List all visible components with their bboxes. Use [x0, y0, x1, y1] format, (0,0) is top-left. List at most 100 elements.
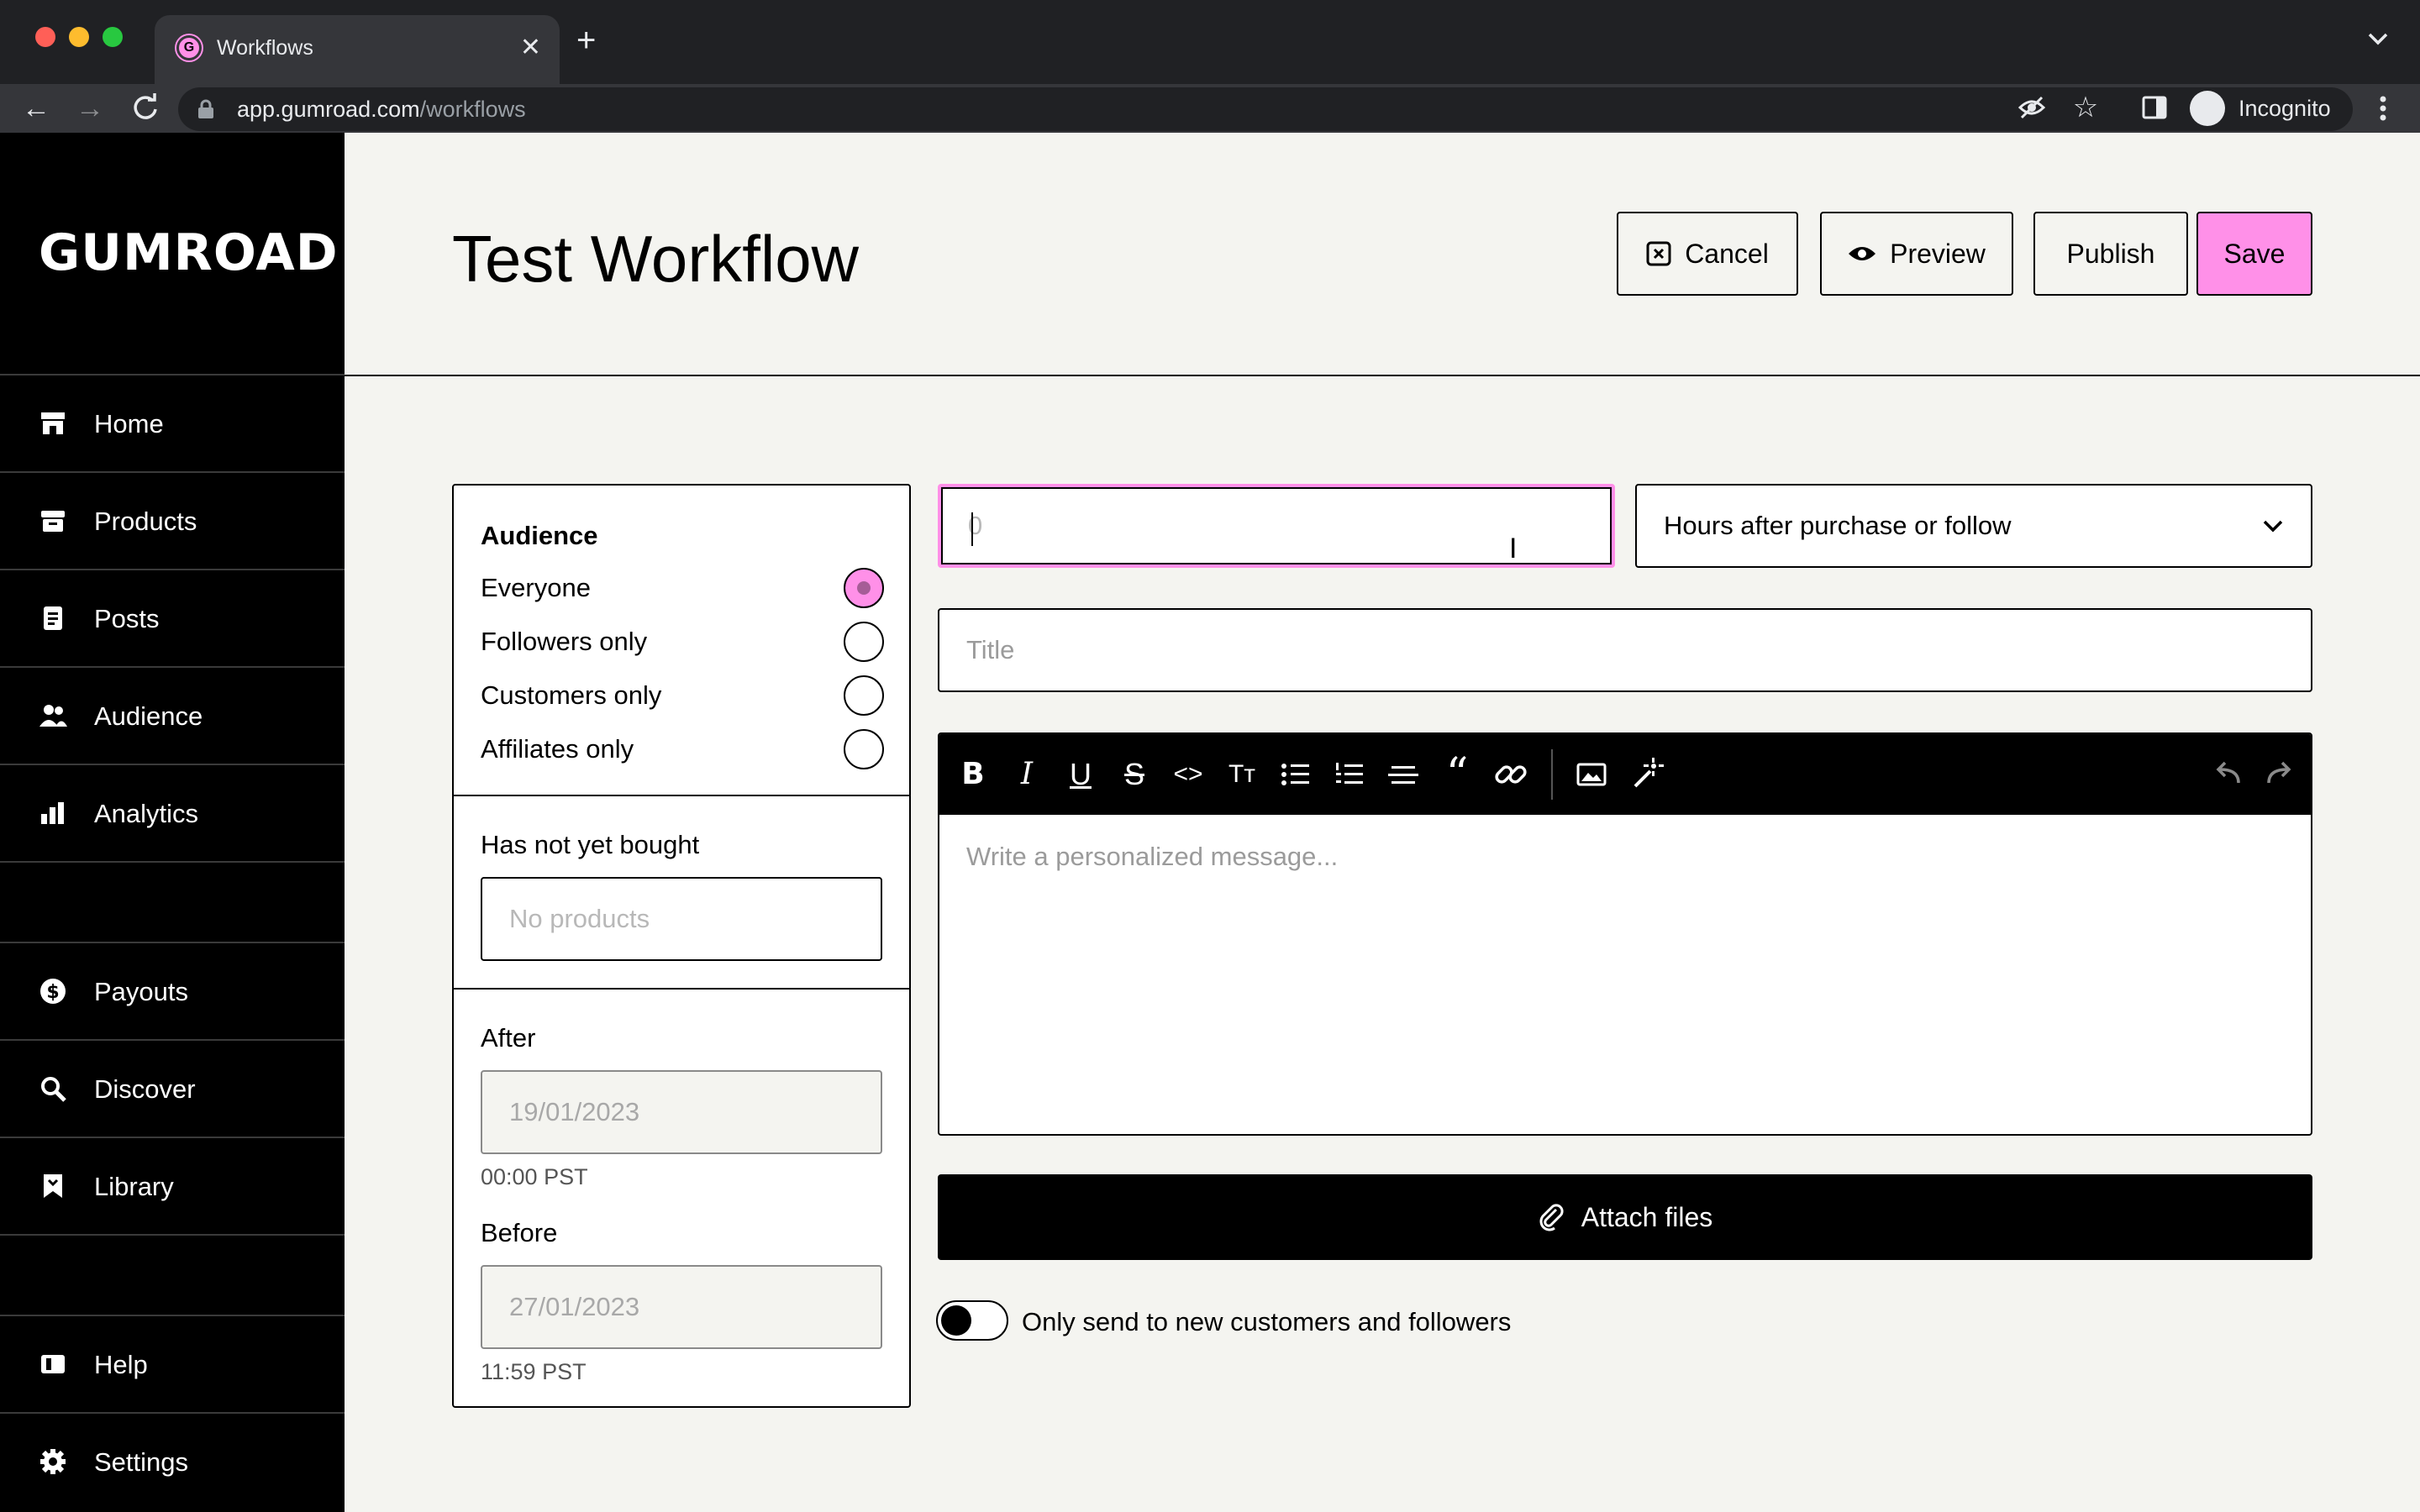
publish-button[interactable]: Publish	[2033, 212, 2188, 296]
sidebar-item-help[interactable]: Help	[0, 1315, 345, 1412]
svg-text:$: $	[46, 982, 59, 1003]
side-panel-icon[interactable]	[2139, 92, 2170, 123]
save-label: Save	[2223, 238, 2286, 269]
date-range-section: After 19/01/2023 00:00 PST Before 27/01/…	[454, 990, 909, 1406]
sidebar-item-label: Audience	[94, 701, 203, 731]
new-only-toggle[interactable]	[936, 1300, 1008, 1341]
bookmark-icon	[44, 1174, 62, 1198]
store-icon	[41, 412, 65, 434]
audience-option-customers[interactable]: Customers only	[481, 670, 884, 721]
sidebar-item-discover[interactable]: Discover	[0, 1039, 345, 1137]
products-select[interactable]: No products	[481, 877, 882, 961]
sidebar-item-label: Library	[94, 1172, 174, 1201]
tab-title: Workflows	[217, 36, 313, 60]
forward-arrow-icon[interactable]: →	[72, 91, 108, 126]
attach-files-button[interactable]: Attach files	[938, 1174, 2312, 1260]
image-icon[interactable]	[1571, 754, 1612, 795]
title-input[interactable]: Title	[938, 608, 2312, 692]
sidebar-item-label: Payouts	[94, 977, 189, 1006]
radio-button[interactable]	[844, 729, 884, 769]
message-editor[interactable]: B I U S <> Tт “ Write a personalized mes…	[938, 732, 2312, 1136]
incognito-icon[interactable]	[2190, 91, 2225, 126]
radio-label: Followers only	[481, 627, 648, 656]
lock-icon[interactable]	[197, 99, 215, 119]
close-square-icon	[1646, 241, 1671, 266]
browser-tab-bar: G Workflows ✕ +	[0, 0, 2420, 84]
window-minimize-button[interactable]	[69, 27, 89, 47]
radio-button[interactable]	[844, 568, 884, 608]
underline-icon[interactable]: U	[1060, 754, 1101, 795]
radio-button[interactable]	[844, 622, 884, 662]
save-button[interactable]: Save	[2196, 212, 2312, 296]
more-menu-icon[interactable]	[2373, 91, 2393, 126]
radio-label: Customers only	[481, 680, 662, 710]
sidebar-item-label: Discover	[94, 1074, 196, 1104]
after-date-input[interactable]: 19/01/2023	[481, 1070, 882, 1154]
after-label: After	[481, 1023, 536, 1053]
audience-section: Audience Everyone Followers only Custome…	[454, 486, 909, 796]
magic-wand-icon[interactable]	[1625, 754, 1665, 795]
gumroad-logo[interactable]: GUMROAD	[39, 223, 339, 282]
before-label: Before	[481, 1218, 558, 1247]
sidebar-item-posts[interactable]: Posts	[0, 569, 345, 666]
bold-icon[interactable]: B	[953, 754, 993, 795]
sidebar-item-settings[interactable]: Settings	[0, 1412, 345, 1509]
book-icon	[41, 1355, 65, 1373]
preview-button[interactable]: Preview	[1820, 212, 2013, 296]
sidebar-item-products[interactable]: Products	[0, 471, 345, 569]
numbered-list-icon[interactable]	[1329, 754, 1370, 795]
strikethrough-icon[interactable]: S	[1114, 754, 1155, 795]
message-placeholder: Write a personalized message...	[966, 842, 1339, 871]
audience-option-everyone[interactable]: Everyone	[481, 563, 884, 613]
sidebar-item-label: Home	[94, 409, 164, 438]
reload-icon[interactable]	[128, 91, 163, 126]
radio-label: Affiliates only	[481, 734, 634, 764]
undo-icon[interactable]	[2207, 754, 2247, 795]
link-icon[interactable]	[1491, 754, 1531, 795]
horizontal-rule-icon[interactable]	[1383, 754, 1423, 795]
delay-unit-value: Hours after purchase or follow	[1664, 511, 2012, 540]
back-arrow-icon[interactable]: ←	[18, 91, 54, 126]
eye-icon	[1849, 247, 1876, 260]
sidebar-item-home[interactable]: Home	[0, 374, 345, 471]
url-text[interactable]: app.gumroad.com/workflows	[237, 94, 526, 124]
sidebar-item-audience[interactable]: Audience	[0, 666, 345, 764]
delay-input[interactable]: 0 I	[938, 484, 1615, 568]
tab-close-icon[interactable]: ✕	[520, 32, 541, 64]
browser-toolbar: ← → app.gumroad.com/workflows ☆ Incognit…	[0, 84, 2420, 133]
window-zoom-button[interactable]	[103, 27, 123, 47]
delay-unit-select[interactable]: Hours after purchase or follow	[1635, 484, 2312, 568]
toolbar-divider	[1551, 749, 1553, 800]
radio-label: Everyone	[481, 573, 591, 602]
sidebar-item-payouts[interactable]: $ Payouts	[0, 942, 345, 1039]
window-close-button[interactable]	[35, 27, 55, 47]
sidebar-item-library[interactable]: Library	[0, 1137, 345, 1234]
publish-label: Publish	[2066, 238, 2155, 269]
chevron-down-icon	[2263, 520, 2283, 533]
delay-placeholder: 0	[968, 511, 983, 540]
code-icon[interactable]: <>	[1168, 754, 1208, 795]
sidebar-spacer	[0, 1234, 345, 1315]
text-size-icon[interactable]: Tт	[1222, 754, 1262, 795]
new-tab-icon[interactable]: +	[576, 20, 596, 60]
audience-option-affiliates[interactable]: Affiliates only	[481, 724, 884, 774]
before-date-input[interactable]: 27/01/2023	[481, 1265, 882, 1349]
audience-option-followers[interactable]: Followers only	[481, 617, 884, 667]
paperclip-icon	[1539, 1204, 1564, 1231]
redo-icon[interactable]	[2260, 754, 2301, 795]
star-icon[interactable]: ☆	[2070, 92, 2101, 123]
page-title: Test Workflow	[452, 222, 859, 296]
browser-tab[interactable]: G Workflows ✕	[155, 15, 560, 84]
eye-off-icon[interactable]	[2017, 92, 2047, 123]
italic-icon[interactable]: I	[1007, 754, 1047, 795]
sidebar-item-analytics[interactable]: Analytics	[0, 764, 345, 861]
cancel-button[interactable]: Cancel	[1617, 212, 1798, 296]
bullet-list-icon[interactable]	[1276, 754, 1316, 795]
chevron-down-icon[interactable]	[2361, 22, 2395, 55]
quote-icon[interactable]: “	[1437, 753, 1477, 796]
new-only-label: Only send to new customers and followers	[1022, 1307, 1512, 1336]
url-path: /workflows	[419, 97, 526, 122]
before-time: 11:59 PST	[481, 1359, 587, 1384]
radio-button[interactable]	[844, 675, 884, 716]
incognito-label: Incognito	[2238, 96, 2331, 121]
